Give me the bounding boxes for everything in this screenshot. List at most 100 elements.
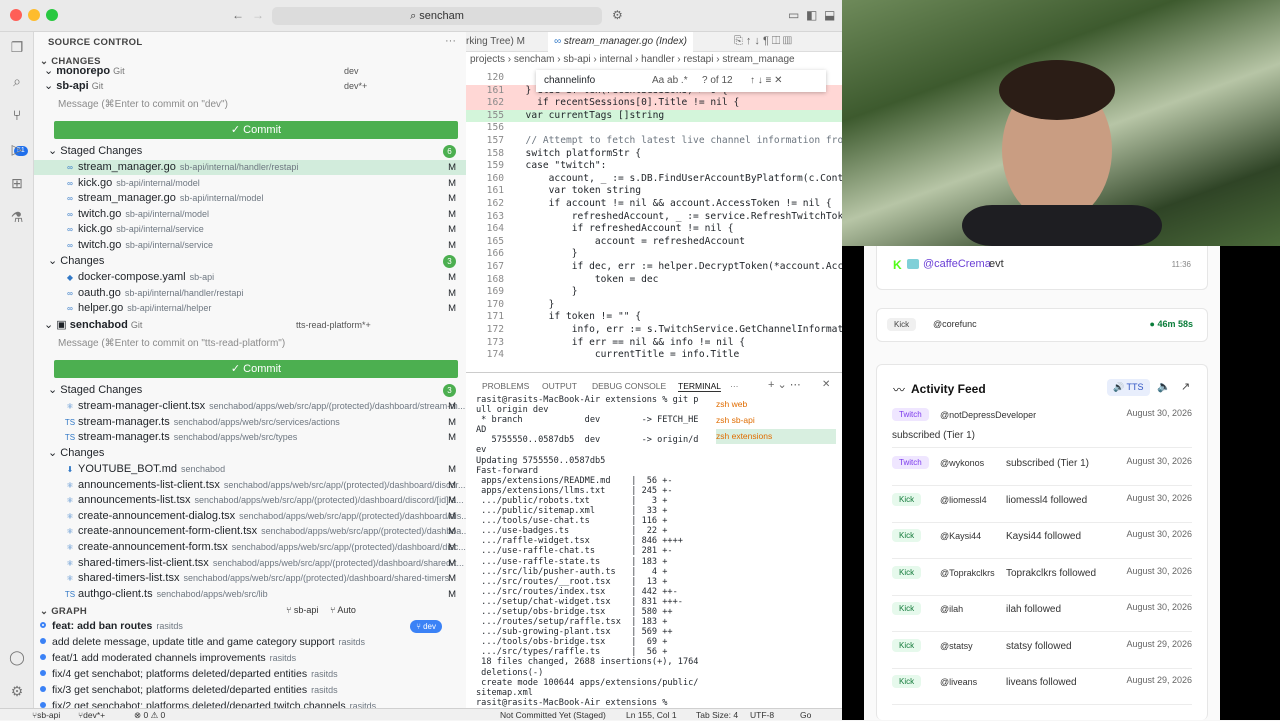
staged-file-row[interactable]: ∞ stream_manager.go sb-api/internal/model M (34, 191, 466, 206)
more-actions-icon[interactable]: ··· (445, 35, 456, 47)
repo-senchabod[interactable]: ⌄ ▣ senchabod Git tts-read-platform*+ (44, 318, 371, 333)
feed-username[interactable]: @liveans (940, 677, 977, 687)
code-line[interactable]: 164 if refreshedAccount != nil { (466, 223, 842, 236)
graph-commit-row[interactable]: fix/3 get senchabot; platforms deleted/d… (38, 683, 462, 698)
code-line[interactable]: 159 case "twitch": (466, 160, 842, 173)
new-terminal-icon[interactable]: + ⌄ ⋯ (768, 378, 801, 391)
volume-icon[interactable]: 🔈 (1157, 380, 1171, 393)
status-branch[interactable]: ⑂ dev*+ (78, 709, 105, 721)
find-options-icon[interactable]: Aa ab .* (652, 70, 688, 92)
tts-toggle[interactable]: 🔊 TTS (1107, 379, 1150, 396)
command-center-search[interactable]: ⌕ sencham (272, 7, 602, 25)
changes-file-row[interactable]: ∞ oauth.go sb-api/internal/handler/restapi… (34, 286, 466, 301)
search-icon[interactable]: ⌕ (8, 72, 26, 90)
open-external-icon[interactable]: ↗ (1181, 380, 1190, 393)
staged-file-row[interactable]: ∞ kick.go sb-api/internal/model M (34, 176, 466, 191)
code-line[interactable]: 157 // Attempt to fetch latest live chan… (466, 135, 842, 148)
settings-gear-icon[interactable]: ⚙ (8, 682, 26, 700)
code-line[interactable]: 156 (466, 122, 842, 135)
live-username[interactable]: @corefunc (933, 319, 977, 329)
staged-file-row[interactable]: ∞ stream_manager.go sb-api/internal/handle… (34, 160, 466, 175)
tab-debug-console[interactable]: DEBUG CONSOLE (592, 381, 666, 391)
code-line[interactable]: 155 var currentTags []string (466, 109, 842, 123)
copilot-icon[interactable]: ⚙ (612, 8, 623, 22)
find-input[interactable]: channelinfo (544, 70, 595, 92)
minimize-window-button[interactable] (28, 9, 40, 21)
terminal-sb-api[interactable]: zsh sb-api (716, 413, 836, 428)
tab-output[interactable]: OUTPUT (542, 381, 577, 391)
status-language[interactable]: Go (800, 709, 811, 721)
feed-username[interactable]: @Toprakclkrs (940, 568, 995, 578)
layout-icon[interactable]: ▭ (788, 8, 799, 22)
find-nav-icon[interactable]: ↑ ↓ ≡ ✕ (750, 70, 783, 92)
feed-username[interactable]: @Kaysi44 (940, 531, 981, 541)
changes2-file-row[interactable]: ⚛ shared-timers-list.tsx senchabod/apps/we… (34, 571, 466, 586)
graph-commit-row[interactable]: fix/2 get senchabot: platforms deleted/d… (38, 699, 462, 708)
tab-working-tree[interactable]: rking Tree) M (466, 36, 525, 47)
staged-file-row[interactable]: ∞ twitch.go sb-api/internal/model M (34, 207, 466, 222)
editor-actions-icon[interactable]: ⎘ ↑ ↓ ¶ ◫ ▥ (734, 35, 792, 48)
tab-terminal[interactable]: TERMINAL (678, 381, 721, 392)
graph-commit-row[interactable]: add delete message, update title and gam… (38, 635, 462, 650)
code-line[interactable]: 171 if token != "" { (466, 311, 842, 324)
changes2-file-row[interactable]: ⚛ create-announcement-form-client.tsx senc… (34, 524, 466, 539)
code-line[interactable]: 169 } (466, 286, 842, 299)
repo-monorepo[interactable]: ⌄ monorepo Git dev (44, 64, 359, 79)
code-line[interactable]: 161 var token string (466, 185, 842, 198)
code-line[interactable]: 162 if account != nil && account.AccessT… (466, 198, 842, 211)
feed-username[interactable]: @liomessl4 (940, 495, 987, 505)
graph-auto-selector[interactable]: ⑂ Auto (330, 605, 356, 615)
graph-section-header[interactable]: ⌄ GRAPH (40, 606, 87, 617)
close-panel-icon[interactable]: ✕ (822, 379, 830, 390)
code-line[interactable]: 163 refreshedAccount, _ := service.Refre… (466, 211, 842, 224)
status-tab-size[interactable]: Tab Size: 4 (696, 709, 738, 721)
graph-commit-row[interactable]: fix/4 get senchabot; platforms deleted/d… (38, 667, 462, 682)
changes2-file-row[interactable]: ⚛ announcements-list-client.tsx senchabod/… (34, 478, 466, 493)
source-control-icon[interactable]: ⑂ (8, 106, 26, 124)
testing-icon[interactable]: ⚗ (8, 208, 26, 226)
code-line[interactable]: 165 account = refreshedAccount (466, 236, 842, 249)
repo-sb-api[interactable]: ⌄ sb-api Git dev*+ (44, 79, 367, 94)
tab-problems[interactable]: PROBLEMS (482, 381, 529, 391)
staged-changes-group[interactable]: ⌄ Staged Changes (48, 144, 142, 159)
changes2-file-row[interactable]: ⚛ create-announcement-form.tsx senchabod/a… (34, 540, 466, 555)
changes-file-row[interactable]: ◆ docker-compose.yaml sb-api M (34, 270, 466, 285)
changes2-file-row[interactable]: TS authgo-client.ts senchabod/apps/web/src… (34, 587, 466, 602)
extensions-icon[interactable]: ⊞ (8, 174, 26, 192)
code-line[interactable]: 174 currentTitle = info.Title (466, 349, 842, 362)
status-problems[interactable]: ⊗ 0 ⚠ 0 (134, 709, 165, 721)
commit-message-input[interactable]: Message (⌘Enter to commit on "dev") (54, 95, 458, 115)
staged2-file-row[interactable]: TS stream-manager.ts senchabod/apps/web/sr… (34, 415, 466, 430)
code-line[interactable]: 173 if err == nil && info != nil { (466, 337, 842, 350)
staged2-file-row[interactable]: ⚛ stream-manager-client.tsx senchabod/apps… (34, 399, 466, 414)
close-window-button[interactable] (10, 9, 22, 21)
account-icon[interactable]: ◯ (8, 648, 26, 666)
feed-username[interactable]: @statsy (940, 641, 973, 651)
feed-username[interactable]: @wykonos (940, 458, 984, 468)
changes-group[interactable]: ⌄ Changes (48, 254, 104, 269)
staged-changes-group-2[interactable]: ⌄ Staged Changes (48, 383, 142, 398)
status-cursor[interactable]: Ln 155, Col 1 (626, 709, 677, 721)
tab-more[interactable]: ··· (730, 381, 739, 391)
staged2-file-row[interactable]: TS stream-manager.ts senchabod/apps/web/sr… (34, 430, 466, 445)
back-arrow-icon[interactable]: ← (232, 8, 244, 22)
forward-arrow-icon[interactable]: → (252, 8, 264, 22)
code-line[interactable]: 172 info, err := s.TwitchService.GetChan… (466, 324, 842, 337)
changes2-file-row[interactable]: ⚛ shared-timers-list-client.tsx senchabod/… (34, 556, 466, 571)
changes2-file-row[interactable]: ⬇ YOUTUBE_BOT.md senchabod M (34, 462, 466, 477)
status-repo[interactable]: ⑂ sb-api (32, 709, 60, 721)
graph-commit-row[interactable]: feat/1 add moderated channels improvemen… (38, 651, 462, 666)
code-line[interactable]: 158 switch platformStr { (466, 148, 842, 161)
graph-repo-selector[interactable]: ⑂ sb-api (286, 605, 318, 615)
graph-commit-row[interactable]: feat: add ban routes rasitds ⑂ dev (38, 619, 462, 634)
run-debug-icon[interactable]: ▷ (8, 140, 26, 158)
staged-file-row[interactable]: ∞ twitch.go sb-api/internal/service M (34, 238, 466, 253)
terminal-output[interactable]: rasit@rasits-MacBook-Air extensions % gi… (476, 395, 712, 707)
changes2-file-row[interactable]: ⚛ announcements-list.tsx senchabod/apps/we… (34, 493, 466, 508)
status-encoding[interactable]: UTF-8 (750, 709, 774, 721)
commit-button[interactable]: ✓ Commit (54, 121, 458, 139)
code-line[interactable]: 162 if recentSessions[0].Title != nil { (466, 97, 842, 110)
zoom-window-button[interactable] (46, 9, 58, 21)
status-commit-state[interactable]: Not Committed Yet (Staged) (500, 709, 606, 721)
changes-file-row[interactable]: ∞ helper.go sb-api/internal/helper M (34, 301, 466, 316)
